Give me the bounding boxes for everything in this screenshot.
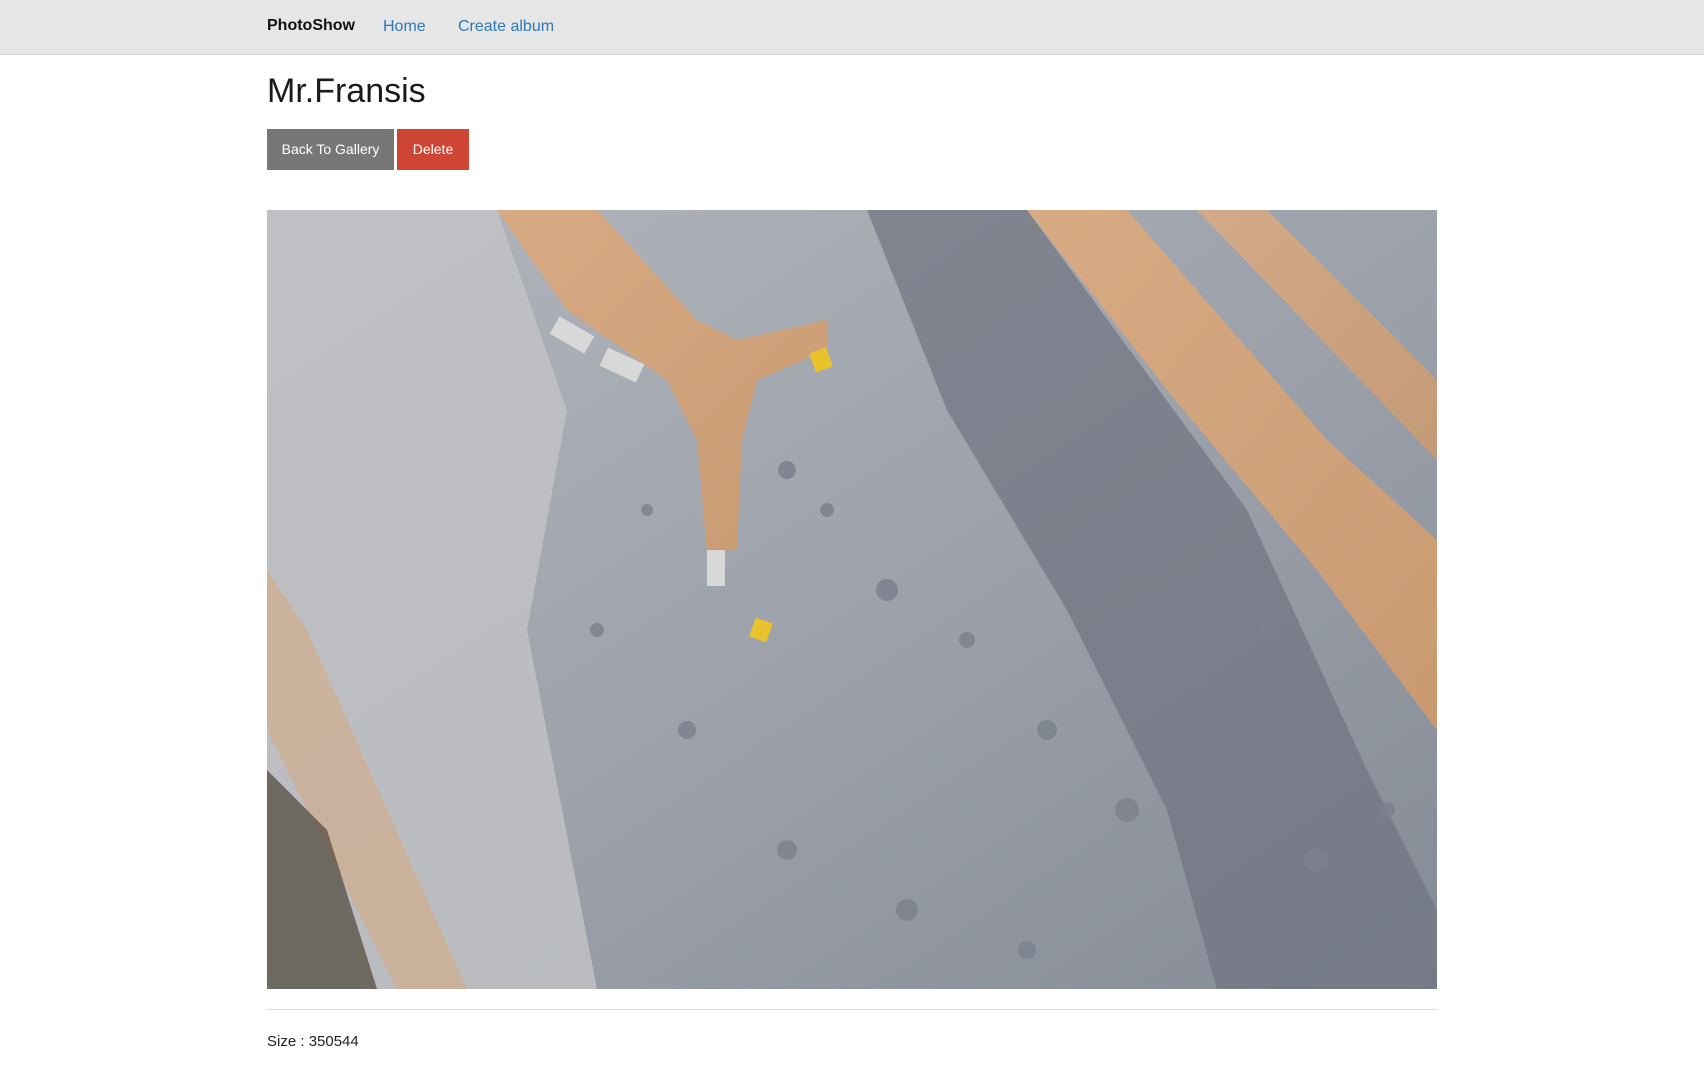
divider: [267, 1009, 1437, 1010]
navbar: PhotoShow Home Create album: [0, 0, 1704, 55]
delete-button[interactable]: Delete: [397, 129, 469, 170]
photo-image: [267, 210, 1437, 989]
nav-create-album-link[interactable]: Create album: [458, 18, 554, 36]
quarry-aerial-photo: [267, 210, 1437, 989]
size-label: Size :: [267, 1033, 305, 1050]
photo-title: Mr.Fransis: [267, 72, 426, 110]
nav-home-link[interactable]: Home: [383, 18, 426, 36]
back-to-gallery-button[interactable]: Back To Gallery: [267, 129, 394, 170]
size-value: 350544: [308, 1033, 359, 1050]
brand-link[interactable]: PhotoShow: [267, 17, 355, 35]
photo-size: Size : 350544: [267, 1033, 359, 1050]
